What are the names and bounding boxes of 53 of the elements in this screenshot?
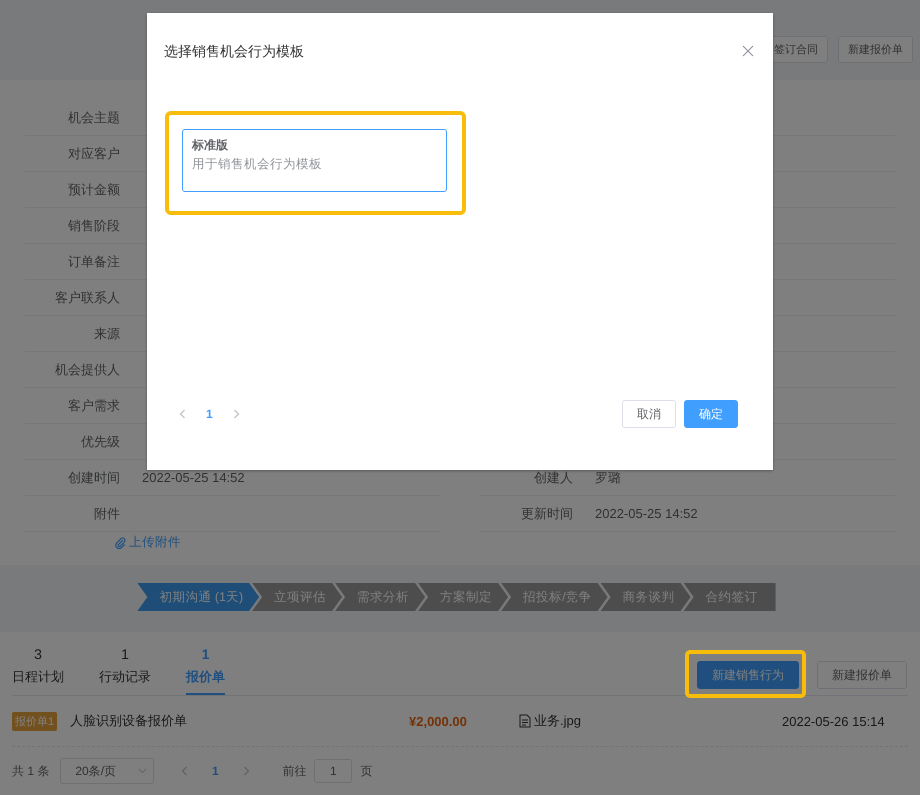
- field-label: 订单备注: [67, 252, 120, 270]
- field-label: 创建时间: [67, 468, 120, 486]
- field-label: 附件: [93, 504, 120, 522]
- goto-label: 前往: [282, 762, 306, 780]
- close-button[interactable]: [742, 45, 756, 59]
- field-label: 客户需求: [67, 396, 120, 414]
- chevron-right-icon: [242, 766, 250, 776]
- paperclip-icon: [115, 536, 126, 548]
- dialog-button[interactable]: 确定: [684, 400, 738, 428]
- field-label: 预计金额: [67, 180, 120, 198]
- record-tab[interactable]: 1 报价单: [186, 638, 225, 695]
- quote-tag: 报价单1: [12, 712, 58, 730]
- page-number[interactable]: 1: [200, 406, 219, 422]
- record-tab[interactable]: 3 日程计划: [12, 638, 64, 695]
- field-value: 罗璐: [595, 468, 621, 486]
- field-label: 销售阶段: [67, 216, 120, 234]
- field-value: 2022-05-25 14:52: [595, 506, 698, 521]
- field-label: 客户联系人: [54, 288, 120, 306]
- template-name: 标准版: [192, 137, 229, 154]
- action-button[interactable]: 新建报价单: [817, 661, 907, 689]
- dialog-button[interactable]: 取消: [622, 400, 676, 428]
- header-button[interactable]: 新建报价单: [838, 36, 913, 63]
- prev-page-button[interactable]: [179, 409, 186, 419]
- field-value: 2022-05-25 14:52: [142, 470, 245, 485]
- record-tab[interactable]: 1 行动记录: [99, 638, 151, 695]
- field-label: 机会提供人: [54, 360, 120, 378]
- page-size-select[interactable]: 20条/页: [60, 758, 154, 784]
- chevron-left-icon: [180, 766, 188, 776]
- template-card[interactable]: 标准版 用于销售机会行为模板: [182, 129, 447, 192]
- total-count: 共 1 条: [12, 762, 50, 780]
- attachment-link[interactable]: 业务.jpg: [534, 712, 581, 730]
- field-label: 更新时间: [520, 504, 573, 522]
- quote-title[interactable]: 人脸识别设备报价单: [70, 712, 188, 730]
- chevron-right-icon: [232, 409, 240, 419]
- field-label: 来源: [93, 324, 120, 342]
- quote-time: 2022-05-26 15:14: [782, 714, 886, 728]
- document-icon: [519, 714, 531, 728]
- template-description: 用于销售机会行为模板: [192, 156, 323, 173]
- field-label: 创建人: [533, 468, 573, 486]
- field-label: 机会主题: [67, 108, 120, 126]
- field-label: 对应客户: [67, 144, 120, 162]
- action-button[interactable]: 新建销售行为: [697, 661, 799, 689]
- next-page-button[interactable]: [232, 409, 240, 419]
- field-label: 优先级: [80, 432, 120, 450]
- stage-step[interactable]: 初期沟通 (1天): [137, 583, 260, 611]
- upload-link[interactable]: 上传附件: [115, 534, 181, 551]
- page-input[interactable]: 1: [314, 759, 352, 783]
- dialog-title: 选择销售机会行为模板: [164, 43, 304, 61]
- page-number[interactable]: 1: [200, 763, 230, 779]
- chevron-left-icon: [179, 409, 186, 419]
- caret-icon: [138, 768, 148, 774]
- page-suffix: 页: [360, 762, 372, 780]
- quote-amount: ¥2,000.00: [409, 714, 468, 728]
